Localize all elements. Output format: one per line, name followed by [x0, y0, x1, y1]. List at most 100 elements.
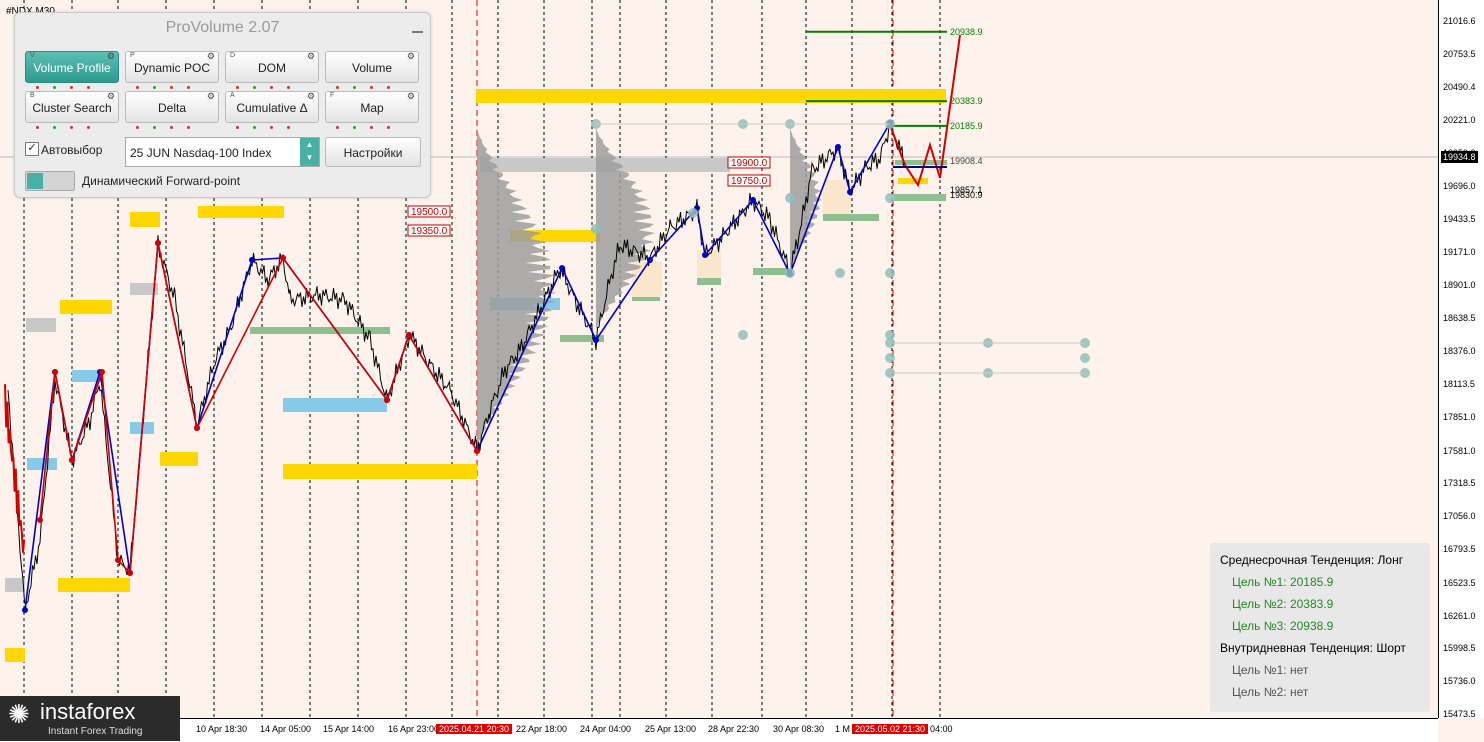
indicator-dots [236, 76, 308, 89]
volume-zone [27, 458, 57, 470]
gear-icon[interactable]: ⚙ [107, 52, 115, 61]
wave-point [559, 265, 565, 271]
map-button[interactable]: F ⚙ Map [325, 91, 419, 129]
price-tick: 17056.0 [1443, 511, 1476, 522]
price-tick: 20753.5 [1443, 48, 1476, 59]
wave-point [249, 257, 255, 263]
intra-target-2: Цель №2: нет [1232, 685, 1309, 699]
time-tick: 14 Apr 05:00 [260, 724, 312, 734]
target-label: 20938.9 [950, 27, 983, 37]
volume-zone [5, 578, 25, 592]
level-label: 19900.0 [731, 158, 768, 169]
provolume-panel[interactable]: ProVolume 2.07 V ⚙ Volume Profile P ⚙ Dynamic… [14, 12, 431, 198]
gear-icon[interactable]: ⚙ [407, 52, 415, 61]
settings-button[interactable]: Настройки [325, 137, 421, 167]
logo-name: instaforex [40, 699, 136, 724]
hotkey-label: V [30, 52, 35, 59]
time-tick: 2025.04.21 20:30 [436, 724, 513, 734]
price-tick: 17851.0 [1443, 411, 1476, 422]
hotkey-label: P [130, 52, 135, 59]
hotkey-label: D [230, 52, 236, 59]
trend-panel: Среднесрочная Тенденция: Лонг Цель №1: 2… [1210, 543, 1430, 712]
gear-icon[interactable]: ⚙ [207, 52, 215, 61]
time-tick: 28 Apr 22:30 [708, 724, 760, 734]
volume-zone [894, 194, 946, 201]
pivot-circle [835, 268, 845, 278]
wave-point [384, 397, 390, 403]
volume-profile-button[interactable]: V ⚙ Volume Profile [25, 51, 119, 89]
gear-icon[interactable]: ⚙ [307, 52, 315, 61]
price-tick: 20490.4 [1443, 81, 1476, 92]
indicator-dots [36, 116, 108, 129]
volume-zone [697, 278, 721, 285]
wave-point [835, 144, 841, 150]
cumulative-button[interactable]: A ⚙ Cumulative Δ [225, 91, 319, 129]
indicator-dots [136, 116, 208, 129]
time-tick: 2025.05.02 21:30 [852, 724, 929, 734]
volume-zone [823, 214, 879, 221]
indicator-dots [336, 116, 408, 129]
gear-icon[interactable]: ⚙ [207, 92, 215, 101]
wave-point [647, 257, 653, 263]
auto-select-label: Автовыбор [41, 143, 103, 157]
time-tick: 04:00 [930, 724, 953, 734]
logo-tagline: Instant Forex Trading [48, 726, 143, 737]
volume-zone [5, 648, 25, 662]
button-label: Delta [157, 101, 186, 115]
button-label: Cumulative Δ [236, 101, 308, 115]
dynamic-poc-button[interactable]: P ⚙ Dynamic POC [125, 51, 219, 89]
forward-point-toggle[interactable] [25, 171, 75, 191]
instrument-select[interactable]: 25 JUN Nasdaq-100 Index ▲ ▼ [125, 137, 320, 167]
volume-zone [283, 398, 387, 412]
minimize-icon[interactable] [412, 31, 423, 33]
delta-button[interactable]: ⚙ Delta [125, 91, 219, 129]
settings-button-label: Настройки [343, 146, 403, 160]
indicator-dots [336, 76, 408, 89]
level-label: 19350.0 [411, 226, 448, 237]
gear-icon[interactable]: ⚙ [307, 92, 315, 101]
price-tick: 15473.5 [1443, 709, 1476, 719]
time-tick: 24 Apr 04:00 [580, 724, 632, 734]
time-tick: 1 M [835, 724, 851, 734]
wave-point [593, 337, 599, 343]
current-price-tag: 19934.8 [1441, 151, 1478, 163]
price-tick: 20221.0 [1443, 115, 1476, 126]
volume-zone [753, 268, 789, 275]
wave-point [37, 517, 43, 523]
dom-button[interactable]: D ⚙ DOM [225, 51, 319, 89]
price-tick: 15998.5 [1443, 643, 1476, 654]
time-tick: 30 Apr 08:30 [773, 724, 825, 734]
wave-point [69, 457, 75, 463]
button-label: Dynamic POC [133, 61, 210, 75]
price-tick: 15736.0 [1443, 676, 1476, 687]
bear-wave-line [39, 242, 478, 575]
time-tick: 10 Apr 18:30 [196, 724, 248, 734]
indicator-dots [36, 76, 108, 89]
time-tick: 22 Apr 18:00 [516, 724, 568, 734]
time-axis[interactable]: 10 Apr 18:30 14 Apr 05:00 15 Apr 14:00 16 A… [0, 718, 1438, 742]
price-line-bear [4, 384, 26, 553]
pivot-circle [1080, 353, 1090, 363]
price-tick: 18901.0 [1443, 280, 1476, 291]
gear-icon[interactable]: ⚙ [107, 92, 115, 101]
pivot-circle [738, 330, 748, 340]
volume-zone [283, 464, 477, 479]
indicator-dots [136, 76, 208, 89]
pivot-circle [688, 208, 698, 218]
price-tick: 21016.6 [1443, 16, 1476, 26]
price-axis[interactable]: 21016.620753.520490.420221.019959.219696… [1438, 0, 1484, 719]
price-tick: 18113.5 [1443, 378, 1475, 389]
cluster-search-button[interactable]: B ⚙ Cluster Search [25, 91, 119, 129]
price-tick: 18638.5 [1443, 313, 1476, 324]
volume-histogram [477, 128, 557, 448]
intra-target-1: Цель №1: нет [1232, 663, 1309, 677]
price-tick: 16261.0 [1443, 610, 1476, 621]
button-label: Cluster Search [32, 101, 112, 115]
spinner-arrows-icon[interactable]: ▲ ▼ [300, 138, 319, 166]
volume-zone [160, 452, 198, 466]
price-tick: 19171.0 [1443, 246, 1476, 257]
auto-select-checkbox[interactable]: ✓ [25, 142, 39, 156]
gear-icon[interactable]: ⚙ [407, 92, 415, 101]
volume-button[interactable]: ⚙ Volume [325, 51, 419, 89]
volume-zone [60, 300, 112, 314]
